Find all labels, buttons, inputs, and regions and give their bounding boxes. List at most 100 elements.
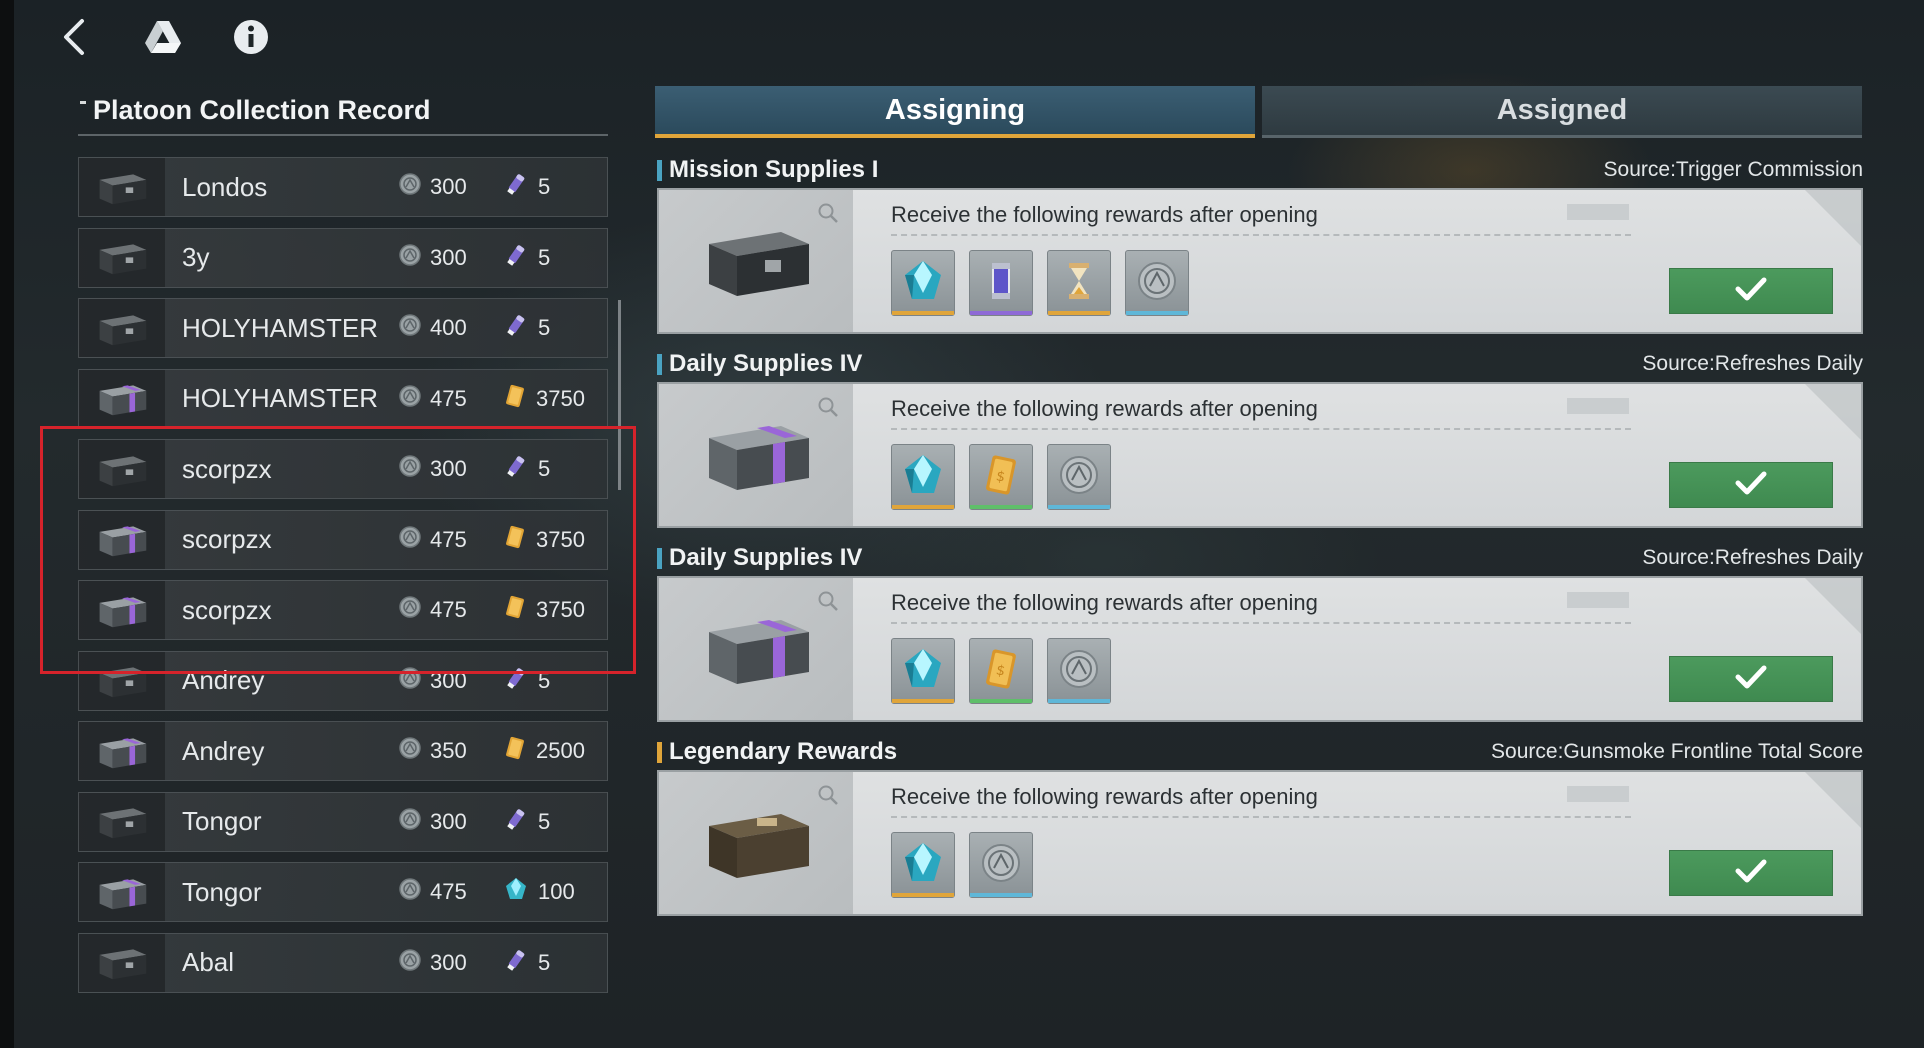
reward-item[interactable]: [891, 832, 955, 898]
reward-value: 3750: [536, 597, 585, 622]
chest-icon: [79, 369, 165, 428]
card-body: Receive the following rewards after open…: [657, 188, 1863, 334]
card-body: Receive the following rewards after open…: [657, 770, 1863, 916]
confirm-button[interactable]: [1669, 268, 1833, 314]
reward-item[interactable]: [1047, 250, 1111, 316]
reward-value: 5: [538, 244, 551, 270]
platoon-collection-panel: Platoon Collection Record Londos 300 5 3y 30…: [78, 95, 608, 993]
reward-item[interactable]: $: [969, 444, 1033, 510]
card-description: Receive the following rewards after open…: [891, 396, 1318, 421]
record-row[interactable]: Andrey 350 2500: [78, 721, 608, 781]
coin-value: 350: [430, 738, 467, 763]
coin-value: 475: [430, 879, 467, 904]
record-reward: 5: [503, 947, 550, 979]
panel-title: Platoon Collection Record: [78, 95, 608, 136]
checkmark-icon: [1734, 276, 1768, 307]
record-row[interactable]: Tongor 475 100: [78, 862, 608, 922]
reward-value: 2500: [536, 738, 585, 763]
record-row[interactable]: Tongor 300 5: [78, 791, 608, 852]
confirm-button[interactable]: [1669, 850, 1833, 896]
reward-item[interactable]: [891, 444, 955, 510]
record-coin: 475: [399, 384, 467, 413]
chest-icon: [79, 933, 165, 992]
chest-preview[interactable]: [659, 190, 853, 332]
card-source: Source:Refreshes Daily: [1642, 546, 1863, 569]
chest-preview[interactable]: [659, 578, 853, 720]
reward-item[interactable]: [891, 250, 955, 316]
tab-assigning[interactable]: Assigning: [655, 86, 1255, 138]
corner-stripe: [1805, 384, 1861, 440]
coin-value: 300: [430, 174, 467, 199]
record-coin: 475: [399, 596, 467, 624]
reward-value: 5: [538, 315, 551, 340]
record-row[interactable]: HOLYHAMSTER 400 5: [78, 298, 608, 358]
magnify-icon[interactable]: [817, 396, 839, 423]
record-name: 3y: [182, 242, 210, 272]
record-reward: 100: [503, 876, 575, 908]
record-reward: 5: [503, 242, 550, 274]
stamp-mark: [1567, 786, 1629, 802]
card-description: Receive the following rewards after open…: [891, 590, 1318, 615]
gold-bar-icon: [503, 735, 527, 767]
back-arrow-icon[interactable]: [50, 12, 100, 62]
magnify-icon[interactable]: [817, 784, 839, 811]
reward-item[interactable]: [969, 832, 1033, 898]
record-row[interactable]: HOLYHAMSTER 475 3750: [78, 368, 608, 429]
gold-bar-icon: [503, 524, 527, 556]
record-reward: 5: [503, 665, 550, 697]
chest-icon: [79, 792, 165, 851]
record-row[interactable]: scorpzx 475 3750: [78, 580, 608, 640]
reward-item[interactable]: [1047, 638, 1111, 704]
divider: [891, 234, 1631, 236]
record-row[interactable]: Andrey 300 5: [78, 650, 608, 711]
record-name: Tongor: [182, 876, 262, 907]
reward-item[interactable]: [1047, 444, 1111, 510]
record-row[interactable]: Abal 300 5: [78, 932, 608, 993]
chest-icon: [79, 863, 165, 921]
coin-icon: [399, 384, 421, 413]
coin-value: 300: [430, 244, 467, 270]
corner-stripe: [1805, 772, 1861, 828]
confirm-button[interactable]: [1669, 462, 1833, 508]
record-name: scorpzx: [182, 594, 272, 625]
gold-bar-icon: [503, 383, 527, 415]
hourglass-icon: [1059, 259, 1099, 308]
reward-item[interactable]: $: [969, 638, 1033, 704]
card-header: Daily Supplies IV Source:Refreshes Daily: [655, 544, 1863, 574]
record-row[interactable]: scorpzx 475 3750: [78, 509, 608, 570]
ammo-icon: [503, 312, 529, 344]
record-row[interactable]: Londos 300 5: [78, 157, 608, 217]
reward-item[interactable]: [891, 638, 955, 704]
ammo-icon: [503, 171, 529, 203]
chest-preview[interactable]: [659, 772, 853, 914]
chest-preview[interactable]: [659, 384, 853, 526]
chest-image: [697, 600, 817, 701]
reward-item[interactable]: [1125, 250, 1189, 316]
info-icon[interactable]: [226, 12, 276, 62]
record-reward: 3750: [503, 383, 585, 415]
chest-icon: [79, 440, 165, 498]
divider: [891, 816, 1631, 818]
drive-logo-icon[interactable]: [138, 12, 188, 62]
record-row[interactable]: scorpzx 300 5: [78, 439, 608, 499]
divider: [891, 622, 1631, 624]
ammo-icon: [503, 665, 529, 697]
record-list-scrollbar[interactable]: [618, 300, 621, 490]
confirm-button[interactable]: [1669, 656, 1833, 702]
record-reward: 3750: [503, 524, 585, 556]
magnify-icon[interactable]: [817, 590, 839, 617]
magnify-icon[interactable]: [817, 202, 839, 229]
gold-bar-icon: $: [979, 451, 1023, 504]
record-row[interactable]: 3y 300 5: [78, 227, 608, 288]
card-body: Receive the following rewards after open…: [657, 576, 1863, 722]
coin-icon: [399, 737, 421, 765]
coin-value: 300: [430, 949, 467, 975]
chest-icon: [79, 722, 165, 780]
coin-icon: [399, 878, 421, 906]
title-accent-bar: [657, 548, 662, 569]
card-title: Mission Supplies I: [669, 156, 879, 183]
reward-item[interactable]: [969, 250, 1033, 316]
reward-card: Daily Supplies IV Source:Refreshes Daily R…: [655, 544, 1863, 722]
tab-assigned[interactable]: Assigned: [1262, 86, 1862, 138]
coin-icon: [399, 173, 421, 201]
